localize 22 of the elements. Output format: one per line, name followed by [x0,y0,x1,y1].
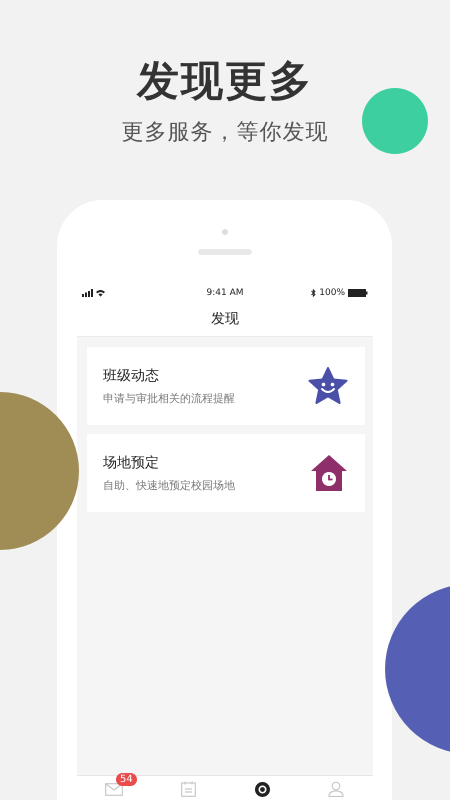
smiling-star-icon [308,367,348,405]
battery-percent: 100% [319,288,345,298]
headline: 发现更多 [137,56,313,106]
feature-card[interactable]: 班级动态 申请与审批相关的流程提醒 [87,347,365,425]
battery-icon [348,288,368,296]
nav-title: 发现 [211,310,239,328]
status-time: 9:41 AM [206,288,244,298]
subtitle: 更多服务，等你发现 [122,119,328,147]
mail-icon [105,782,123,796]
feature-card[interactable]: 场地预定 自助、快速地预定校园场地 [87,434,365,512]
house-clock-icon [310,454,348,492]
discover-icon [254,782,270,796]
card-title: 场地预定 [103,454,160,472]
signal-wifi-icon [82,288,106,296]
card-title: 班级动态 [103,366,160,384]
person-icon [328,781,344,797]
card-description: 申请与审批相关的流程提醒 [103,390,235,406]
card-description: 自助、快速地预定校园场地 [103,478,235,492]
unread-count-badge: 54 [116,773,137,786]
calendar-icon [180,781,196,797]
bluetooth-icon [311,288,316,296]
camera-dot [222,229,228,235]
